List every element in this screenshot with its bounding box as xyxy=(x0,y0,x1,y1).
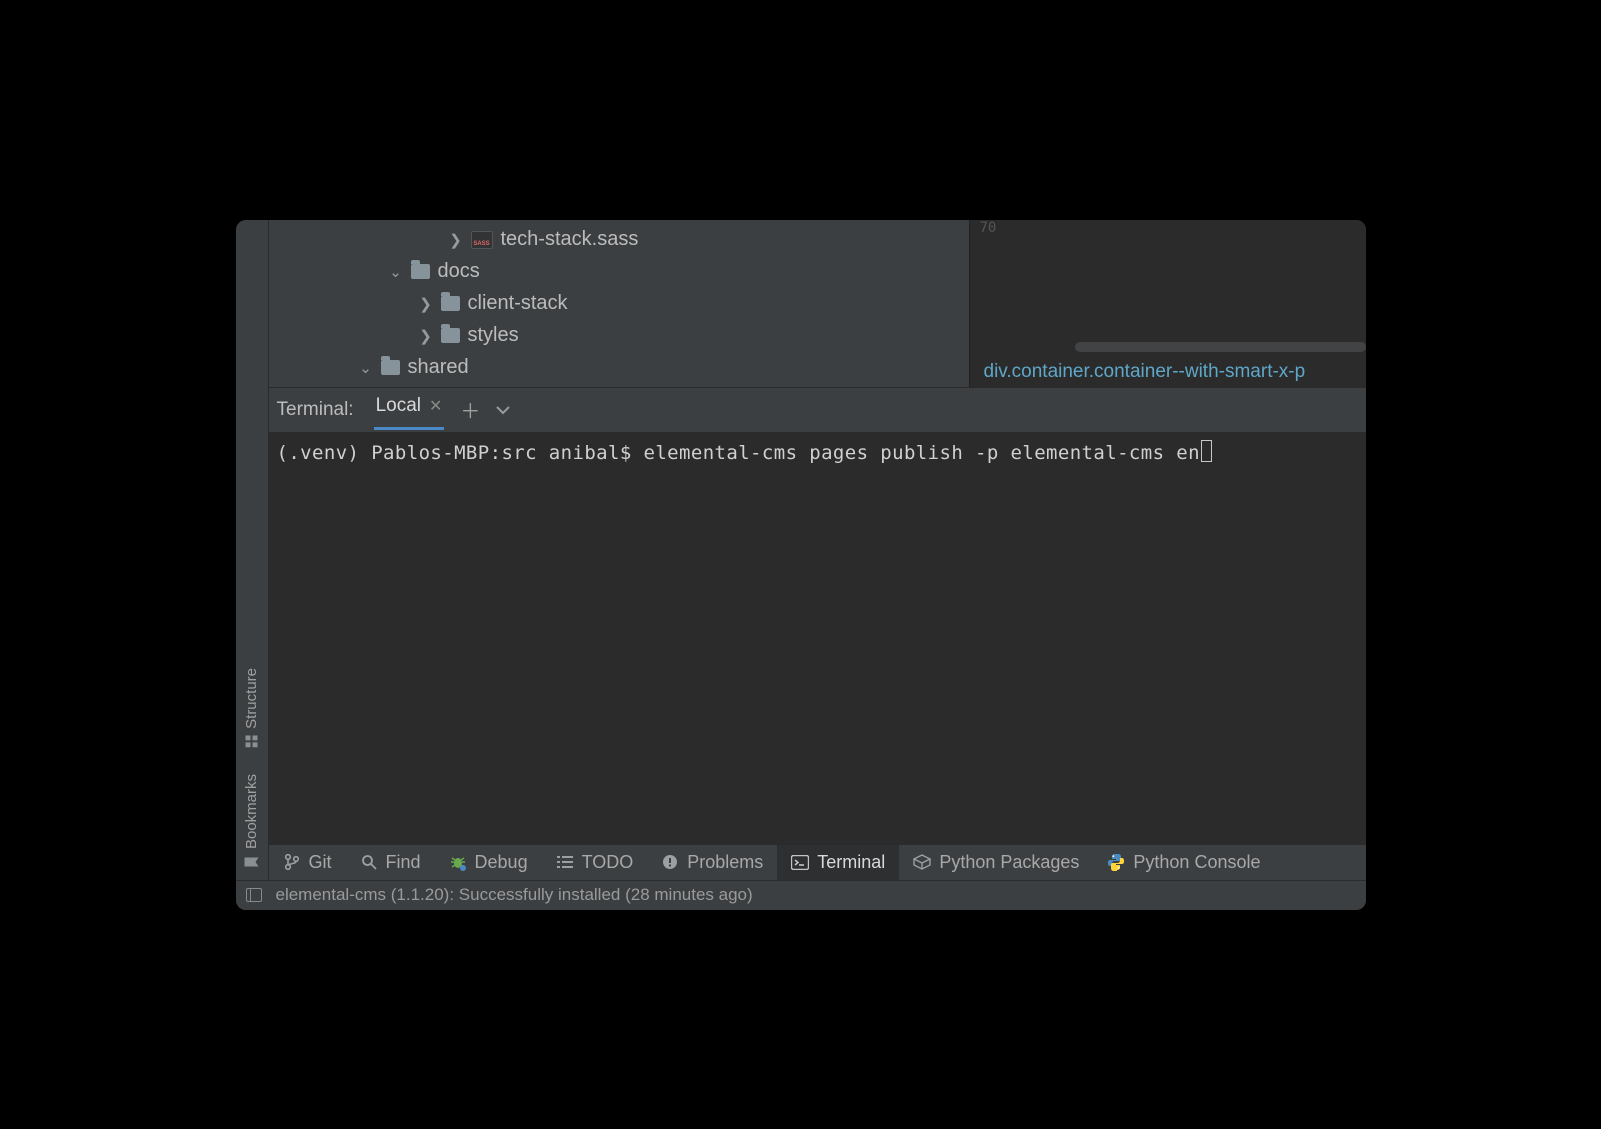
terminal-output[interactable]: (.venv) Pablos-MBP:src anibal$ elemental… xyxy=(269,432,1366,844)
git-tab[interactable]: Git xyxy=(269,845,346,880)
python-packages-tab[interactable]: Python Packages xyxy=(899,845,1093,880)
editor-breadcrumb[interactable]: div.container.container--with-smart-x-p xyxy=(984,361,1306,383)
ide-window: Structure Bookmarks ❯ SASS tech-stack.sa… xyxy=(236,220,1366,910)
terminal-line: (.venv) Pablos-MBP:src anibal$ elemental… xyxy=(277,442,1200,464)
status-message: elemental-cms (1.1.20): Successfully ins… xyxy=(276,885,753,905)
horizontal-scrollbar[interactable] xyxy=(1075,342,1366,352)
terminal-tab-local[interactable]: Local ✕ xyxy=(374,389,445,430)
sass-file-icon: SASS xyxy=(471,231,493,249)
terminal-tab-label: Local xyxy=(376,395,421,417)
todo-tab-label: TODO xyxy=(582,852,634,873)
search-icon xyxy=(360,853,378,871)
new-terminal-button[interactable]: ＋ xyxy=(460,395,480,424)
bottom-tool-tabs: Git Find Debug TODO Problems xyxy=(269,844,1366,880)
git-tab-label: Git xyxy=(309,852,332,873)
problems-tab[interactable]: Problems xyxy=(647,845,777,880)
status-bar: elemental-cms (1.1.20): Successfully ins… xyxy=(236,880,1366,910)
chevron-down-icon: ⌄ xyxy=(359,359,373,377)
tree-row-docs[interactable]: ⌄ docs xyxy=(269,256,969,288)
find-tab-label: Find xyxy=(386,852,421,873)
close-icon[interactable]: ✕ xyxy=(429,396,442,416)
terminal-tab[interactable]: Terminal xyxy=(777,845,899,880)
python-console-tab-label: Python Console xyxy=(1133,852,1260,873)
folder-icon xyxy=(441,296,460,311)
terminal-tab-label: Terminal xyxy=(817,852,885,873)
python-packages-tab-label: Python Packages xyxy=(939,852,1079,873)
bookmark-icon xyxy=(245,855,259,870)
terminal-panel-header: Terminal: Local ✕ ＋ xyxy=(269,387,1366,432)
terminal-cursor xyxy=(1201,440,1212,462)
packages-icon xyxy=(913,853,931,871)
chevron-right-icon: ❯ xyxy=(419,295,433,313)
terminal-icon xyxy=(791,853,809,871)
editor-line-number: 70 xyxy=(980,220,997,236)
folder-icon xyxy=(411,264,430,279)
tree-row-styles[interactable]: ❯ styles xyxy=(269,320,969,352)
folder-icon xyxy=(441,328,460,343)
warning-icon xyxy=(661,853,679,871)
structure-icon xyxy=(246,733,258,748)
tree-row-shared[interactable]: ⌄ shared xyxy=(269,352,969,384)
find-tab[interactable]: Find xyxy=(346,845,435,880)
project-tree[interactable]: ❯ SASS tech-stack.sass ⌄ docs ❯ client-s… xyxy=(269,220,969,387)
top-split: ❯ SASS tech-stack.sass ⌄ docs ❯ client-s… xyxy=(269,220,1366,387)
chevron-down-icon: ⌄ xyxy=(389,263,403,281)
tree-folder-label: styles xyxy=(468,324,519,347)
python-console-tab[interactable]: Python Console xyxy=(1093,845,1274,880)
terminal-dropdown-button[interactable] xyxy=(496,398,510,421)
bookmarks-label: Bookmarks xyxy=(243,774,260,849)
folder-icon xyxy=(381,360,400,375)
problems-tab-label: Problems xyxy=(687,852,763,873)
bookmarks-tool-tab[interactable]: Bookmarks xyxy=(243,774,260,869)
debug-tab-label: Debug xyxy=(475,852,528,873)
todo-tab[interactable]: TODO xyxy=(542,845,648,880)
terminal-panel-title: Terminal: xyxy=(275,399,358,421)
python-icon xyxy=(1107,853,1125,871)
tree-folder-label: shared xyxy=(408,356,469,379)
chevron-right-icon: ❯ xyxy=(419,327,433,345)
tree-folder-label: client-stack xyxy=(468,292,568,315)
bug-icon xyxy=(449,853,467,871)
chevron-right-icon: ❯ xyxy=(449,231,463,249)
structure-label: Structure xyxy=(243,668,260,729)
tree-file-label: tech-stack.sass xyxy=(501,228,639,251)
left-tool-gutter: Structure Bookmarks xyxy=(236,220,269,910)
debug-tab[interactable]: Debug xyxy=(435,845,542,880)
list-icon xyxy=(556,853,574,871)
panel-layout-icon[interactable] xyxy=(246,888,262,902)
structure-tool-tab[interactable]: Structure xyxy=(243,668,260,747)
tree-folder-label: docs xyxy=(438,260,480,283)
git-branch-icon xyxy=(283,853,301,871)
tree-row-tech-stack[interactable]: ❯ SASS tech-stack.sass xyxy=(269,224,969,256)
tree-row-client-stack[interactable]: ❯ client-stack xyxy=(269,288,969,320)
editor-area[interactable]: 70 div.container.container--with-smart-x… xyxy=(969,220,1366,387)
